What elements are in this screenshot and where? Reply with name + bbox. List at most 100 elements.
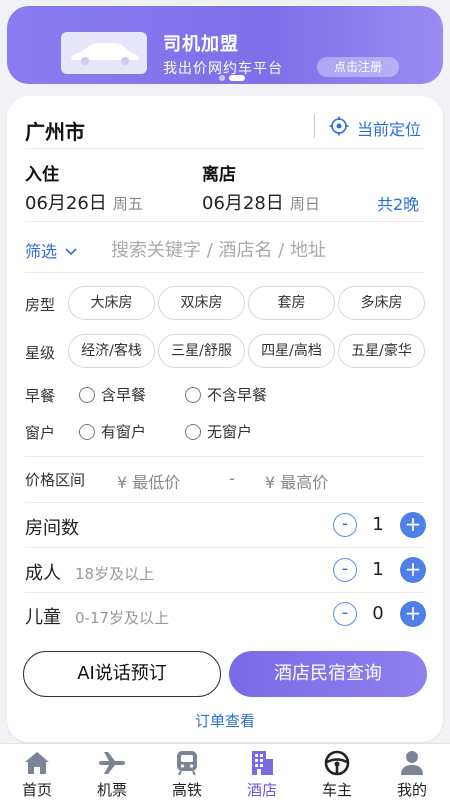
min-price-input[interactable]: ¥ 最低价 <box>117 469 180 493</box>
chevron-down-icon <box>65 241 77 260</box>
filter-label: 筛选 <box>25 242 58 261</box>
ai-voice-booking-button[interactable]: AI说话预订 <box>23 651 221 697</box>
tab-car-owner[interactable]: 车主 <box>307 748 367 800</box>
radio-label: 不含早餐 <box>207 386 268 404</box>
breakfast-radio-included[interactable]: 含早餐 <box>79 384 146 405</box>
tab-label: 首页 <box>21 781 52 799</box>
children-age-hint: 0-17岁及以上 <box>75 609 170 627</box>
children-plus-button[interactable]: + <box>400 601 426 627</box>
radio-circle <box>185 386 201 403</box>
current-location-label: 当前定位 <box>357 120 422 139</box>
radio-label: 无窗户 <box>207 423 253 441</box>
room-type-option[interactable]: 双床房 <box>158 286 245 320</box>
hotel-icon <box>232 748 292 778</box>
radio-circle <box>185 423 201 440</box>
room-type-label: 房型 <box>25 296 56 314</box>
car-image <box>61 32 147 74</box>
checkin-date-picker[interactable]: 06月26日 周五 <box>25 189 143 215</box>
tab-profile[interactable]: 我的 <box>382 748 442 800</box>
nights-count: 共2晚 <box>377 195 420 214</box>
divider <box>25 547 425 548</box>
register-button[interactable]: 点击注册 <box>317 57 399 77</box>
locate-icon <box>329 116 349 140</box>
search-input[interactable]: 搜索关键字 / 酒店名 / 地址 <box>111 236 326 262</box>
radio-circle <box>79 386 95 403</box>
divider <box>25 221 425 222</box>
carousel-dot-active <box>229 75 245 81</box>
current-location-button[interactable]: 当前定位 <box>329 116 421 140</box>
rooms-row: 房间数 <box>25 514 79 540</box>
tab-home[interactable]: 首页 <box>7 748 67 800</box>
adults-value: 1 <box>372 559 384 580</box>
tab-label: 我的 <box>396 781 427 799</box>
promo-banner[interactable]: 司机加盟 我出价网约车平台 点击注册 <box>7 6 443 84</box>
steering-wheel-icon <box>307 748 367 778</box>
tab-label: 机票 <box>96 781 127 799</box>
plane-icon <box>82 748 142 778</box>
price-range-label: 价格区间 <box>25 471 86 489</box>
children-minus-button[interactable]: - <box>333 602 357 626</box>
adults-minus-button[interactable]: - <box>333 558 357 582</box>
divider <box>25 148 425 149</box>
rooms-plus-button[interactable]: + <box>400 512 426 538</box>
window-radio-no[interactable]: 无窗户 <box>185 421 252 442</box>
carousel-dot <box>219 75 225 81</box>
checkout-weekday: 周日 <box>289 195 320 213</box>
radio-label: 有窗户 <box>101 423 147 441</box>
bottom-tab-bar: 首页 机票 高铁 酒店 车主 我的 <box>0 743 450 800</box>
star-level-option[interactable]: 经济/客栈 <box>68 334 155 368</box>
window-label: 窗户 <box>25 424 56 442</box>
children-value: 0 <box>372 603 384 624</box>
divider <box>314 114 315 138</box>
checkin-label: 入住 <box>25 165 59 185</box>
user-icon <box>382 748 442 778</box>
tab-label: 高铁 <box>171 781 202 799</box>
children-label: 儿童 <box>25 607 61 628</box>
tab-label: 酒店 <box>246 781 277 799</box>
hotel-search-button[interactable]: 酒店民宿查询 <box>229 651 427 697</box>
star-level-option[interactable]: 三星/舒服 <box>158 334 245 368</box>
star-level-option[interactable]: 五星/豪华 <box>338 334 425 368</box>
divider <box>25 456 425 457</box>
rooms-value: 1 <box>372 514 384 535</box>
carousel-indicator <box>219 75 245 81</box>
breakfast-radio-excluded[interactable]: 不含早餐 <box>185 384 267 405</box>
city-selector[interactable]: 广州市 <box>25 116 85 145</box>
breakfast-label: 早餐 <box>25 387 56 405</box>
star-level-option[interactable]: 四星/高档 <box>248 334 335 368</box>
checkin-weekday: 周五 <box>112 195 143 213</box>
children-row: 儿童 0-17岁及以上 <box>25 603 169 629</box>
adults-age-hint: 18岁及以上 <box>75 565 155 583</box>
adults-plus-button[interactable]: + <box>400 557 426 583</box>
tab-label: 车主 <box>321 781 352 799</box>
rooms-minus-button[interactable]: - <box>333 513 357 537</box>
banner-title: 司机加盟 <box>163 34 239 55</box>
adults-label: 成人 <box>25 563 61 584</box>
divider <box>25 592 425 593</box>
tab-hotel[interactable]: 酒店 <box>232 748 292 800</box>
tab-flights[interactable]: 机票 <box>82 748 142 800</box>
tab-high-speed-rail[interactable]: 高铁 <box>157 748 217 800</box>
checkout-date-picker[interactable]: 06月28日 周日 <box>202 189 320 215</box>
checkout-date: 06月28日 <box>202 193 284 214</box>
checkin-date: 06月26日 <box>25 193 107 214</box>
star-level-label: 星级 <box>25 344 56 362</box>
home-icon <box>7 748 67 778</box>
max-price-input[interactable]: ¥ 最高价 <box>265 469 328 493</box>
room-type-option[interactable]: 套房 <box>248 286 335 320</box>
divider <box>25 272 425 273</box>
adults-row: 成人 18岁及以上 <box>25 559 154 585</box>
filter-dropdown[interactable]: 筛选 <box>25 238 77 262</box>
room-type-option[interactable]: 大床房 <box>68 286 155 320</box>
radio-circle <box>79 423 95 440</box>
divider <box>25 502 425 503</box>
window-radio-yes[interactable]: 有窗户 <box>79 421 146 442</box>
hotel-search-card: 广州市 当前定位 入住 06月26日 周五 离店 06月28日 周日 共2晚 筛选 <box>7 96 443 742</box>
checkout-label: 离店 <box>202 165 236 185</box>
room-type-option[interactable]: 多床房 <box>338 286 425 320</box>
rooms-label: 房间数 <box>25 518 79 539</box>
train-icon <box>157 748 217 778</box>
view-orders-link[interactable]: 订单查看 <box>7 710 443 731</box>
price-separator: - <box>229 469 235 488</box>
radio-label: 含早餐 <box>101 386 147 404</box>
